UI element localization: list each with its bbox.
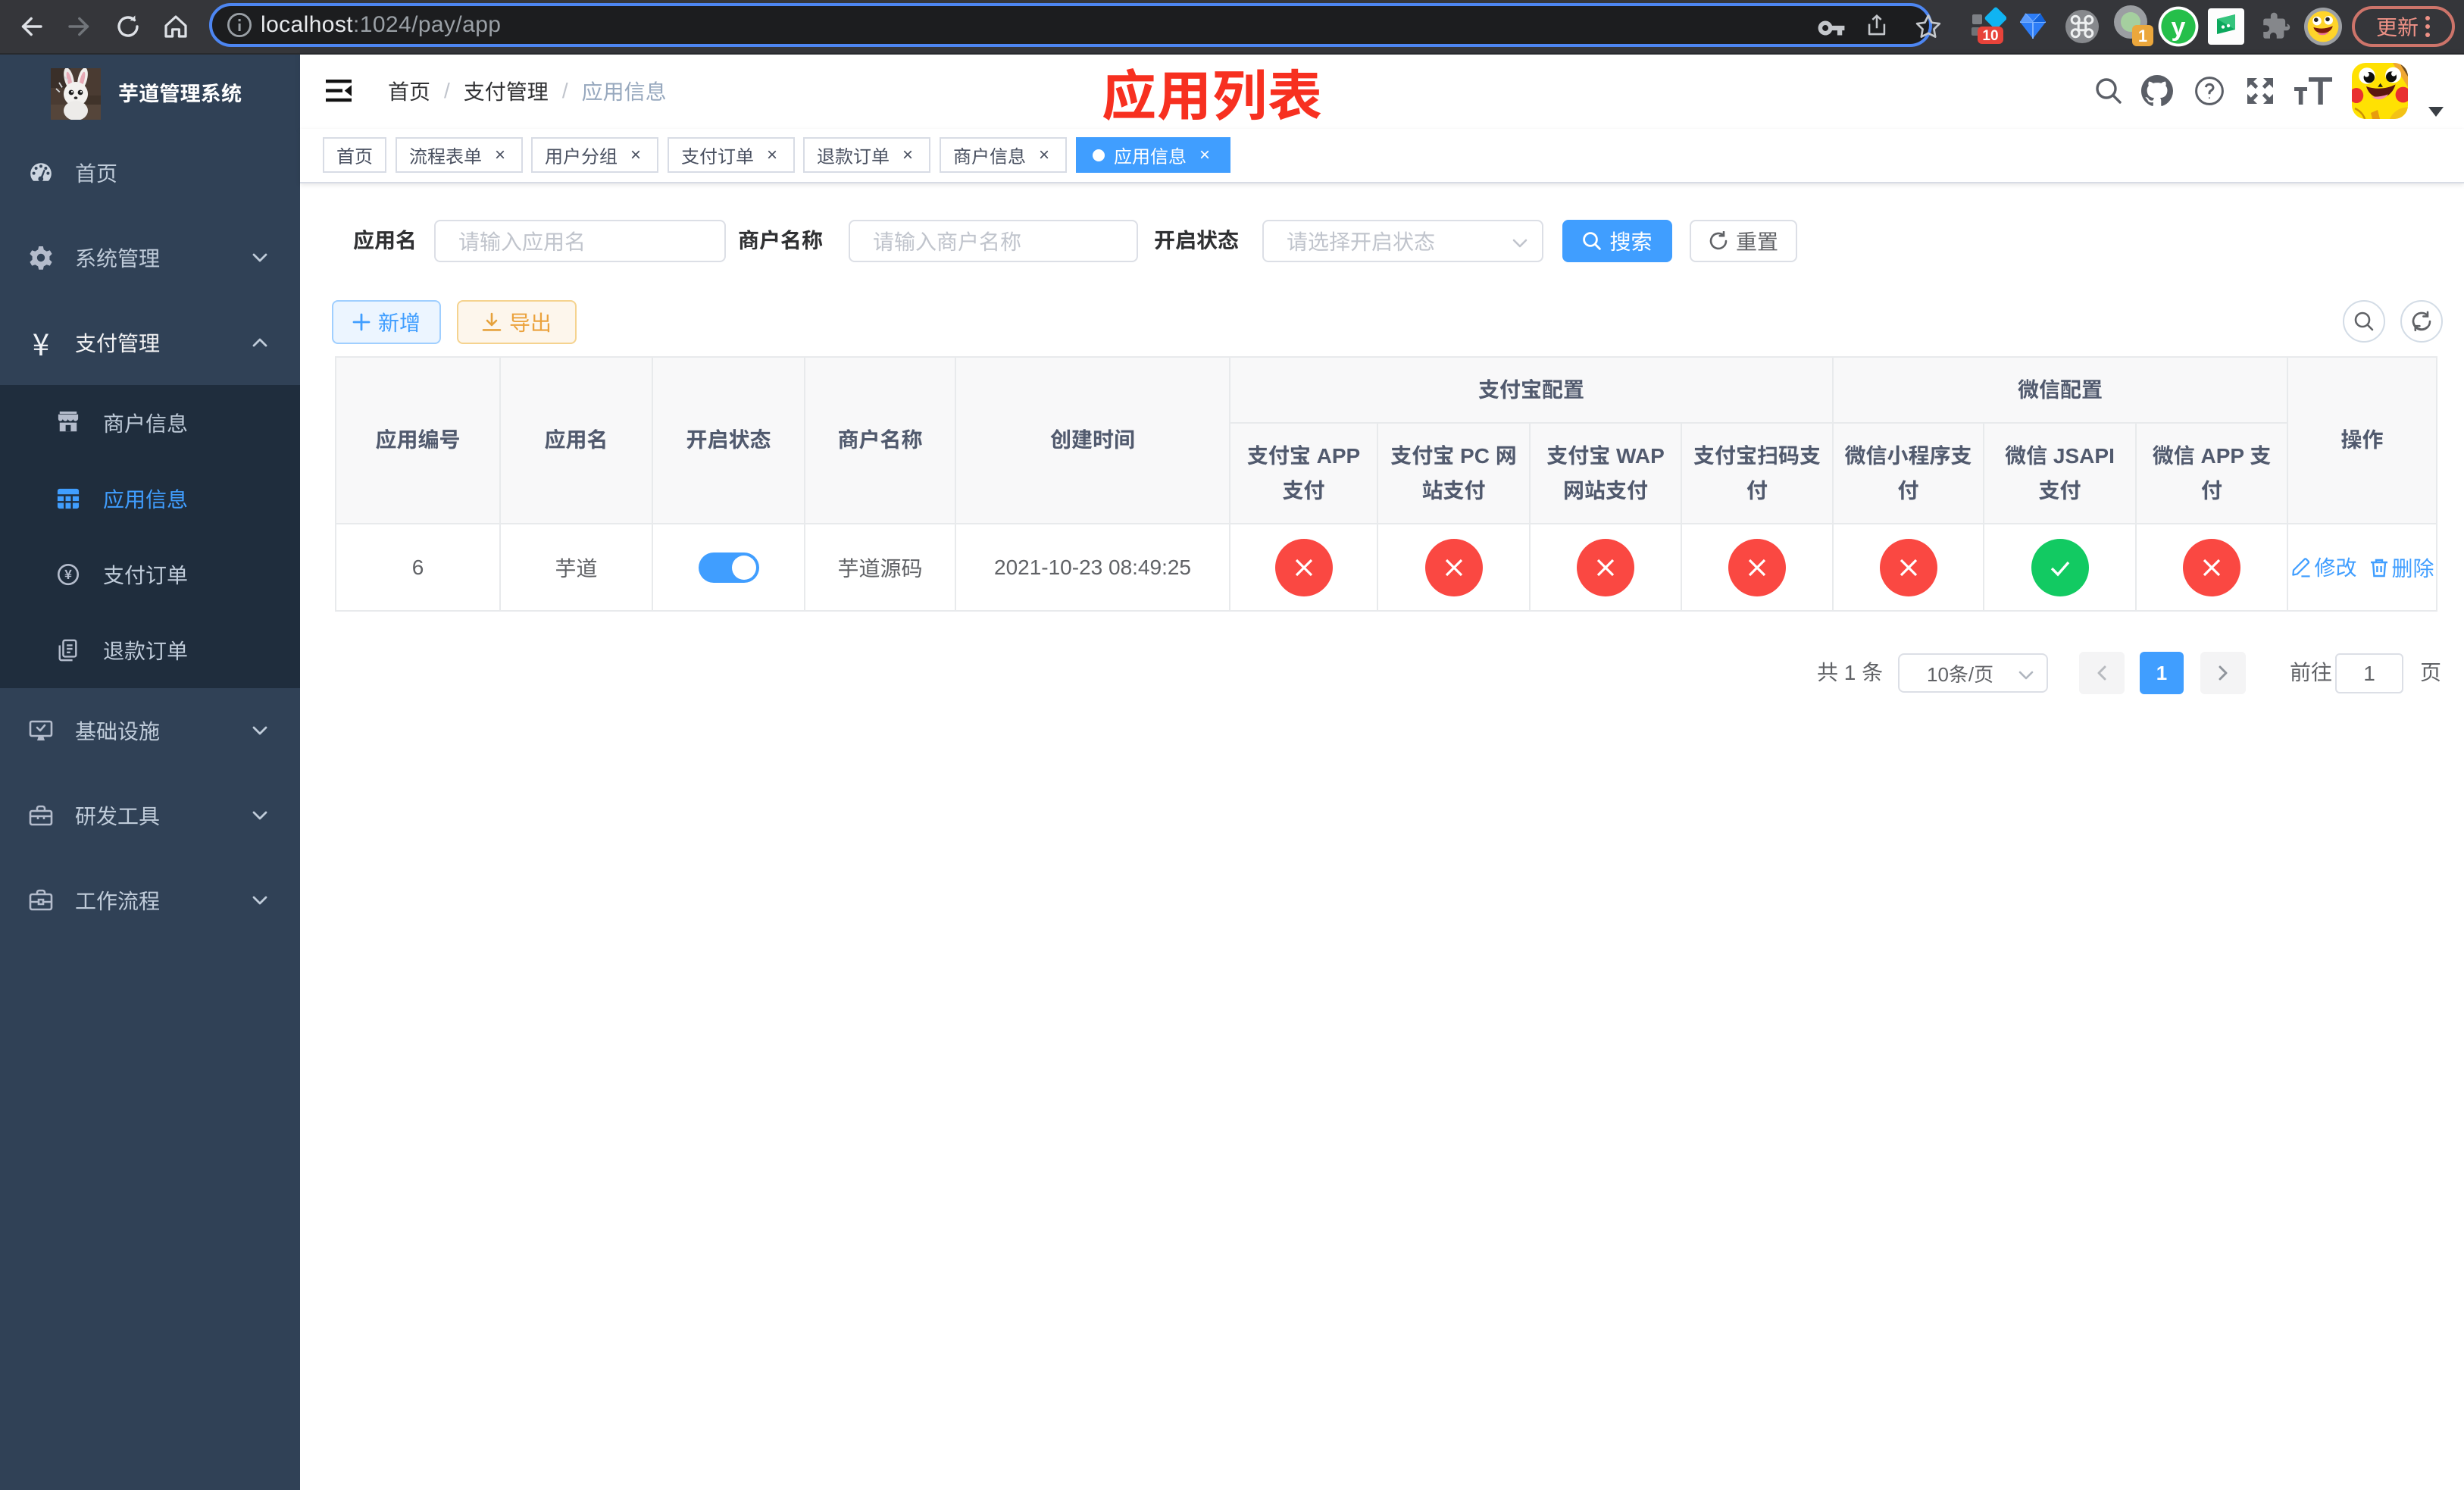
- svg-text:10: 10: [1982, 28, 1998, 44]
- svg-text:¥: ¥: [64, 564, 72, 583]
- svg-text:1: 1: [2138, 27, 2147, 45]
- svg-text:y: y: [2172, 13, 2186, 42]
